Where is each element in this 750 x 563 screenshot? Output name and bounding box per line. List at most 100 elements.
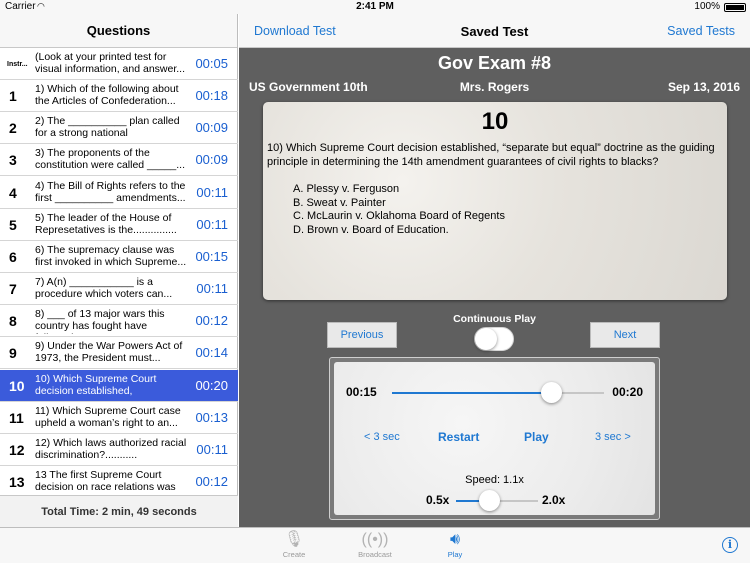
question-row-text: 8) ___ of 13 major wars this country has… <box>35 308 165 334</box>
question-row-duration: 00:14 <box>195 345 228 361</box>
question-row[interactable]: 3 3) The proponents of the constitution w… <box>0 144 238 177</box>
question-row-text: (Look at your printed test for visual in… <box>35 51 185 75</box>
choice-a: A. Plessy v. Ferguson <box>293 183 400 195</box>
tab-label: Play <box>447 550 463 559</box>
question-row-number: Instr... <box>7 61 28 68</box>
question-row[interactable]: 9 9) Under the War Powers Act of 1973, th… <box>0 337 238 370</box>
speed-max-label: 2.0x <box>542 493 566 507</box>
question-row-number: 1 <box>9 88 17 105</box>
question-row-text: 12) Which laws authorized racial discrim… <box>35 436 187 461</box>
broadcast-icon: ((•)) <box>361 531 389 548</box>
total-time-label: 00:20 <box>612 385 643 399</box>
question-row[interactable]: 5 5) The leader of the House of Represeta… <box>0 209 238 241</box>
choice-b: B. Sweat v. Painter <box>293 196 386 209</box>
question-list[interactable]: Instr... (Look at your printed test for v… <box>0 48 238 495</box>
navigation-bar: Download Test Saved Test Saved Tests <box>239 14 750 48</box>
question-row[interactable]: Instr... (Look at your printed test for v… <box>0 48 238 80</box>
question-row[interactable]: 11 11) Which Supreme Court case upheld a … <box>0 402 238 434</box>
question-row[interactable]: 7 7) A(n) ___________ is a procedure whic… <box>0 273 238 306</box>
sidebar-title: Questions <box>0 14 237 48</box>
question-text: 10) Which Supreme Court decision establi… <box>267 142 715 168</box>
question-row-number: 8 <box>9 313 17 330</box>
question-number: 10 <box>481 108 509 135</box>
status-bar: Carrier ◠ 2:41 PM 100% <box>0 0 750 14</box>
question-row-duration: 00:11 <box>196 184 228 200</box>
question-row-text: 7) A(n) ___________ is a procedure which… <box>35 276 173 301</box>
question-row-number: 10 <box>9 377 25 394</box>
question-row[interactable]: 8 8) ___ of 13 major wars this country ha… <box>0 305 238 338</box>
forward-3-sec-button[interactable]: 3 sec > <box>595 431 631 443</box>
clock: 2:41 PM <box>356 1 394 12</box>
audio-player-frame: 00:15 00:20 < 3 sec Restart Play 3 sec >… <box>329 357 660 520</box>
question-row-duration: 00:15 <box>195 248 228 264</box>
question-row[interactable]: 1 1) Which of the following about the Art… <box>0 80 238 113</box>
tab-bar: 🎙︎ Create ((•)) Broadcast 🔊︎ Play i <box>0 527 750 563</box>
question-row-text: 11) Which Supreme Court case upheld a wo… <box>35 404 181 429</box>
question-row-duration: 00:11 <box>196 216 228 232</box>
question-row-text: 6) The supremacy clause was first invoke… <box>35 243 187 268</box>
speed-thumb[interactable] <box>478 490 500 511</box>
speed-label: Speed: 1.1x <box>465 474 524 486</box>
questions-sidebar: Questions Instr... (Look at your printed … <box>0 14 238 527</box>
question-row[interactable]: 4 4) The Bill of Rights refers to the fir… <box>0 177 238 209</box>
choice-c: C. McLaurin v. Oklahoma Board of Regents <box>293 210 505 222</box>
next-button[interactable]: Next <box>590 322 660 348</box>
question-row-number: 13 <box>9 473 25 490</box>
detail-pane: Download Test Saved Test Saved Tests Gov… <box>239 14 750 527</box>
progress-thumb[interactable] <box>541 382 562 403</box>
question-row[interactable]: 13 13 The first Supreme Court decision on… <box>0 466 238 495</box>
audio-player: 00:15 00:20 < 3 sec Restart Play 3 sec >… <box>334 362 655 515</box>
answer-choices: A. Plessy v. Ferguson B. Sweat v. Painte… <box>293 183 505 237</box>
continuous-play-label: Continuous Play <box>453 313 536 325</box>
tab-play[interactable]: 🔊︎ Play <box>425 530 485 559</box>
info-icon[interactable]: i <box>722 537 738 553</box>
question-row-text: 1) Which of the following about the Arti… <box>35 83 179 108</box>
question-row-duration: 00:09 <box>195 152 228 168</box>
question-row-text: 3) The proponents of the constitution we… <box>35 147 186 172</box>
microphone-icon: 🎙︎ <box>283 531 305 548</box>
question-row-text: 5) The leader of the House of Represetat… <box>35 211 177 236</box>
restart-button[interactable]: Restart <box>438 430 479 444</box>
tab-label: Create <box>282 550 306 559</box>
play-button[interactable]: Play <box>524 430 549 444</box>
question-row-number: 9 <box>9 345 17 362</box>
progress-fill <box>392 392 551 394</box>
saved-tests-button[interactable]: Saved Tests <box>667 24 735 38</box>
question-row-number: 2 <box>9 120 17 137</box>
back-3-sec-button[interactable]: < 3 sec <box>364 431 400 443</box>
question-row[interactable]: 2 2) The __________ plan called for a str… <box>0 112 238 145</box>
question-row-number: 6 <box>9 248 17 265</box>
previous-button[interactable]: Previous <box>327 322 397 348</box>
speaker-icon: 🔊︎ <box>449 531 461 548</box>
tab-create[interactable]: 🎙︎ Create <box>264 530 324 559</box>
progress-slider[interactable] <box>392 382 604 403</box>
question-row-text: 13 The first Supreme Court decision on r… <box>35 468 176 493</box>
elapsed-time: 00:15 <box>346 385 377 399</box>
speed-min-label: 0.5x <box>426 493 450 507</box>
battery-percent: 100% <box>694 1 720 12</box>
question-row-number: 12 <box>9 441 25 458</box>
battery-icon <box>724 3 746 12</box>
question-row-duration: 00:11 <box>196 441 228 457</box>
question-row[interactable]: 10 10) Which Supreme Court decision estab… <box>0 369 238 402</box>
question-row-duration: 00:13 <box>195 409 228 425</box>
question-card: 10 10) Which Supreme Court decision esta… <box>263 102 727 300</box>
question-row-duration: 00:12 <box>195 473 228 489</box>
question-row-duration: 00:20 <box>195 377 228 393</box>
question-row-duration: 00:05 <box>195 56 228 71</box>
question-row[interactable]: 6 6) The supremacy clause was first invok… <box>0 241 238 273</box>
question-row-text: 10) Which Supreme Court decision establi… <box>35 372 157 399</box>
speed-slider[interactable] <box>456 490 538 511</box>
question-row[interactable]: 12 12) Which laws authorized racial discr… <box>0 434 238 466</box>
toggle-knob <box>475 328 497 350</box>
question-row-number: 5 <box>9 216 17 233</box>
continuous-play-toggle[interactable] <box>474 327 514 351</box>
question-row-duration: 00:12 <box>195 313 228 329</box>
total-time: Total Time: 2 min, 49 seconds <box>0 495 238 527</box>
question-row-number: 7 <box>9 281 17 298</box>
exam-date: Sep 13, 2016 <box>667 80 740 94</box>
tab-label: Broadcast <box>358 550 392 559</box>
question-row-text: 4) The Bill of Rights refers to the firs… <box>35 179 186 204</box>
question-row-duration: 00:09 <box>195 120 228 136</box>
tab-broadcast[interactable]: ((•)) Broadcast <box>345 530 405 559</box>
